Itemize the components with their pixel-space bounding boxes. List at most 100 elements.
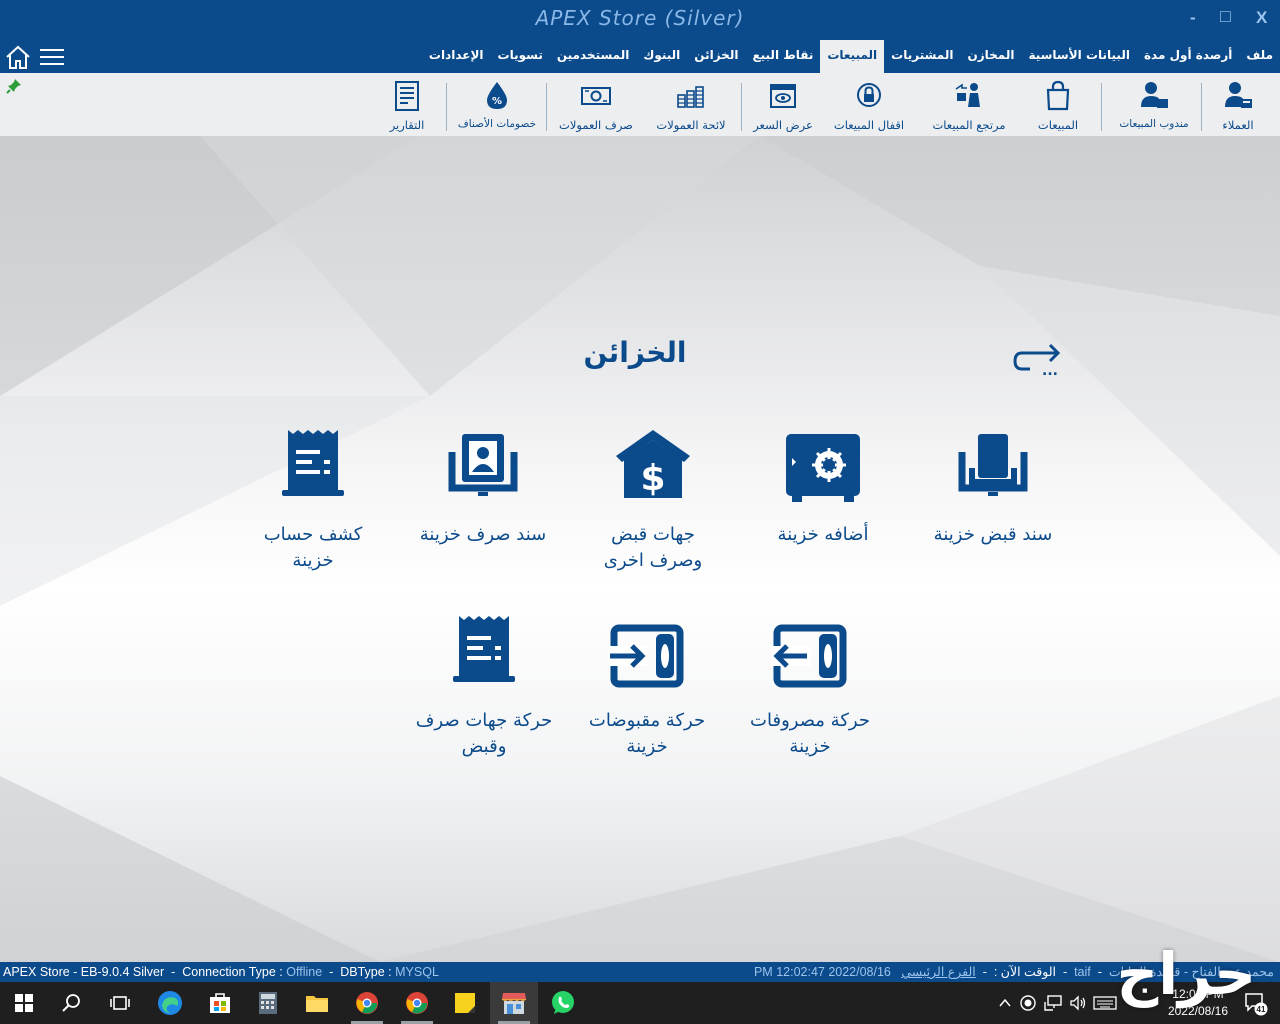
separator <box>1101 83 1102 131</box>
ribbon-sales-return[interactable]: مرتجع المبيعات <box>926 73 1012 136</box>
connection-value: Offline <box>286 965 323 979</box>
title-bar: APEX Store (Silver) - □ X <box>0 0 1280 40</box>
menu-tab[interactable]: ملف <box>1239 40 1280 73</box>
whatsapp-icon <box>552 991 574 1014</box>
menu-tab[interactable]: المشتريات <box>884 40 960 73</box>
windows-icon <box>15 994 33 1012</box>
menu-tab[interactable]: البنوك <box>636 40 687 73</box>
ribbon-commission-list[interactable]: لائحة العمولات <box>648 73 734 136</box>
tile-label: سند قبض خزينة <box>933 524 1053 545</box>
hamburger-menu-icon[interactable] <box>39 45 65 69</box>
taskbar-store[interactable] <box>196 982 244 1024</box>
separator <box>546 83 547 131</box>
back-arrow-icon[interactable]: ... <box>1010 331 1068 379</box>
report-icon <box>395 81 419 111</box>
svg-text:$: $ <box>640 458 665 499</box>
menu-tab[interactable]: تسويات <box>491 40 550 73</box>
lock-icon <box>857 83 881 107</box>
search-icon <box>62 994 80 1012</box>
safe-icon <box>786 434 860 502</box>
maximize-button[interactable]: □ <box>1220 6 1231 27</box>
statement-receipt-icon <box>282 430 344 496</box>
chevron-up-icon[interactable] <box>997 995 1013 1011</box>
tile-label: أضافه خزينة <box>777 524 869 545</box>
tile-other-parties[interactable]: $ جهات قبض وصرف اخرى <box>573 428 733 574</box>
minimize-button[interactable]: - <box>1190 8 1196 28</box>
tile-income-movement[interactable]: حركة مقبوضات خزينة <box>567 614 727 760</box>
taskbar-whatsapp[interactable] <box>539 982 587 1024</box>
expense-movement-icon <box>771 624 847 688</box>
ribbon-label: لائحة العمولات <box>656 118 726 132</box>
branch-link[interactable]: الفرع الرئيسي <box>901 965 975 979</box>
db-label: DBType : <box>340 965 392 979</box>
close-button[interactable]: X <box>1256 8 1267 28</box>
record-icon[interactable] <box>1019 994 1037 1012</box>
ribbon-label: اقفال المبيعات <box>833 118 905 132</box>
separator <box>446 83 447 131</box>
income-movement-icon <box>608 624 684 688</box>
menu-tab[interactable]: المخازن <box>960 40 1021 73</box>
taskbar-edge[interactable] <box>146 982 194 1024</box>
chrome-icon <box>406 992 428 1014</box>
ribbon-label: عرض السعر <box>753 118 813 132</box>
ribbon-reports[interactable]: التقارير <box>382 73 432 136</box>
sales-return-icon <box>955 83 980 107</box>
tile-add-safe[interactable]: أضافه خزينة <box>743 428 903 548</box>
cash-receipt-icon <box>958 434 1028 496</box>
taskbar: 12:02 PM 2022/08/16 41 <box>0 982 1280 1024</box>
tile-label: سند صرف خزينة <box>419 524 547 545</box>
volume-icon[interactable] <box>1069 994 1087 1012</box>
taskbar-chrome-2[interactable] <box>393 982 441 1024</box>
tile-cash-receipt[interactable]: سند قبض خزينة <box>913 428 1073 548</box>
menu-tab[interactable]: المبيعات <box>820 40 885 73</box>
tile-label: كشف حساب خزينة <box>263 524 363 571</box>
taskbar-chrome-1[interactable] <box>343 982 391 1024</box>
task-view-button[interactable] <box>96 982 144 1024</box>
ribbon-sales[interactable]: المبيعات <box>1030 73 1086 136</box>
sticky-notes-icon <box>455 993 475 1013</box>
ribbon-quotation[interactable]: عرض السعر <box>750 73 816 136</box>
menu-tab[interactable]: أرصدة أول مدة <box>1137 40 1239 73</box>
menu-tab[interactable]: البيانات الأساسية <box>1021 40 1137 73</box>
sales-rep-icon <box>1141 82 1168 108</box>
ribbon-label: المبيعات <box>1037 118 1079 132</box>
tile-label: جهات قبض وصرف اخرى <box>603 524 703 571</box>
network-icon[interactable] <box>1043 994 1063 1012</box>
tile-cash-payment[interactable]: سند صرف خزينة <box>403 428 563 548</box>
main-panel: الخزائن ... سند قبض خزينة أضافه خزينة $ … <box>0 136 1280 962</box>
menu-tab[interactable]: نقاط البيع <box>745 40 820 73</box>
menu-tab[interactable]: المستخدمين <box>550 40 636 73</box>
taskbar-file-explorer[interactable] <box>293 982 341 1024</box>
keyboard-icon[interactable] <box>1093 995 1117 1011</box>
ribbon-customers[interactable]: العملاء <box>1212 73 1264 136</box>
menu-tab[interactable]: الخزائن <box>687 40 745 73</box>
tile-label: حركة مقبوضات خزينة <box>588 710 706 757</box>
parties-movement-icon <box>453 616 515 682</box>
window-title: APEX Store (Silver) <box>535 6 745 30</box>
ribbon-sales-lock[interactable]: اقفال المبيعات <box>828 73 910 136</box>
status-bar: APEX Store - EB-9.0.4 Silver - Connectio… <box>0 962 1280 982</box>
connection-label: Connection Type : <box>182 965 283 979</box>
ribbon-sales-rep[interactable]: مندوب المبيعات <box>1113 73 1195 136</box>
menu-tab[interactable]: الإعدادات <box>422 40 491 73</box>
taskbar-apex-store[interactable] <box>490 982 538 1024</box>
tile-parties-movement[interactable]: حركة جهات صرف وقبض <box>404 614 564 760</box>
ribbon-label: التقارير <box>389 118 425 132</box>
home-icon[interactable] <box>4 43 32 71</box>
ribbon-commission-payment[interactable]: صرف العمولات <box>554 73 638 136</box>
cash-payment-icon <box>448 434 518 496</box>
taskbar-calculator[interactable] <box>244 982 292 1024</box>
db-value: MYSQL <box>395 965 439 979</box>
house-dollar-icon: $ <box>616 430 690 499</box>
store-icon <box>210 993 230 1013</box>
ribbon-item-discounts[interactable]: % خصومات الأصناف <box>452 73 542 136</box>
discount-drop-icon: % <box>487 82 507 109</box>
shop-icon <box>501 993 527 1014</box>
app-version: APEX Store - EB-9.0.4 Silver <box>3 965 165 979</box>
start-button[interactable] <box>0 982 48 1024</box>
tile-expense-movement[interactable]: حركة مصروفات خزينة <box>730 614 890 760</box>
search-button[interactable] <box>48 982 96 1024</box>
taskbar-sticky-notes[interactable] <box>441 982 489 1024</box>
pin-icon[interactable] <box>6 78 22 94</box>
tile-account-statement[interactable]: كشف حساب خزينة <box>233 428 393 574</box>
